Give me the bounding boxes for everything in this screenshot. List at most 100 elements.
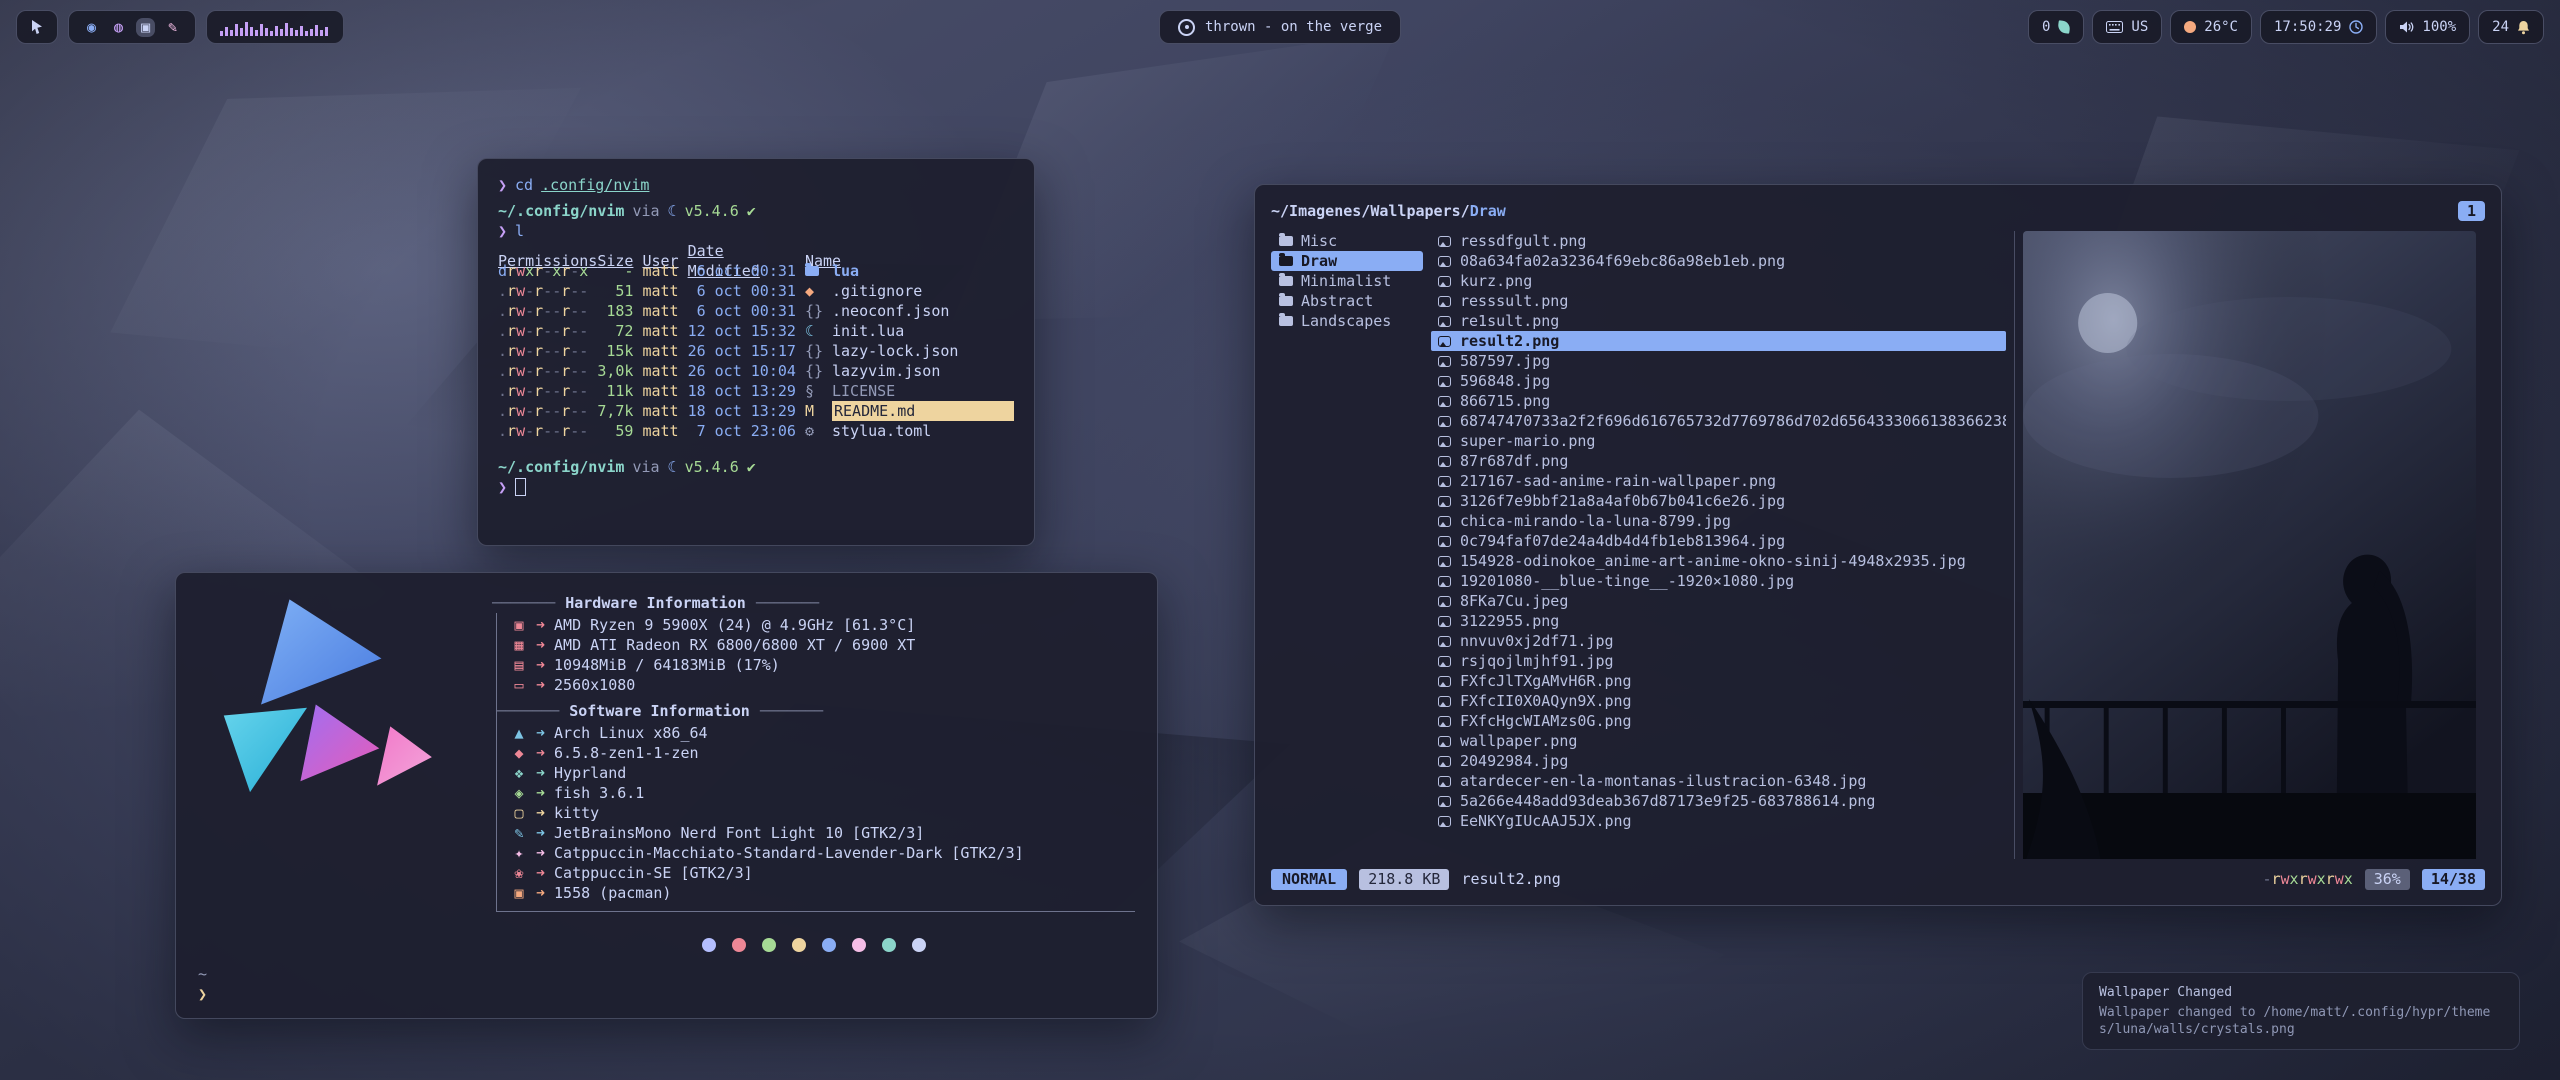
volume-module[interactable]: 100%	[2385, 10, 2470, 44]
file-item[interactable]: 5a266e448add93deab367d87173e9f25-6837886…	[1431, 791, 2006, 811]
keyboard-layout-module[interactable]: US	[2092, 10, 2162, 44]
file-owner: matt	[642, 401, 678, 421]
file-item[interactable]: 87r687df.png	[1431, 451, 2006, 471]
section-title-text: Hardware Information	[565, 593, 746, 613]
file-item[interactable]: 08a634fa02a32364f69ebc86a98eb1eb.png	[1431, 251, 2006, 271]
section-title-text: Software Information	[569, 701, 750, 721]
file-item[interactable]: 3122955.png	[1431, 611, 2006, 631]
arrow-icon: ➜	[536, 635, 545, 655]
keyboard-layout: US	[2131, 19, 2148, 35]
file-item[interactable]: 217167-sad-anime-rain-wallpaper.png	[1431, 471, 2006, 491]
file-item[interactable]: 3126f7e9bbf21a8a4af0b67b041c6e26.jpg	[1431, 491, 2006, 511]
arrow-icon: ➜	[536, 783, 545, 803]
memory-icon: ▤	[511, 655, 527, 675]
file-item[interactable]: wallpaper.png	[1431, 731, 2006, 751]
workspace-edit-icon[interactable]: ✎	[163, 18, 182, 37]
file-item[interactable]: re1sult.png	[1431, 311, 2006, 331]
file-item[interactable]: ressdfgult.png	[1431, 231, 2006, 251]
file-item[interactable]: atardecer-en-la-montanas-ilustracion-634…	[1431, 771, 2006, 791]
image-file-icon	[1438, 456, 1451, 467]
file-item[interactable]: 866715.png	[1431, 391, 2006, 411]
file-item[interactable]: rsjqojlmjhf91.jpg	[1431, 651, 2006, 671]
file-item[interactable]: 154928-odinokoe_anime-art-anime-okno-sin…	[1431, 551, 2006, 571]
file-item[interactable]: FXfcJlTXgAMvH6R.png	[1431, 671, 2006, 691]
file-item[interactable]: 8FKa7Cu.jpeg	[1431, 591, 2006, 611]
updates-module[interactable]: 0	[2028, 10, 2084, 44]
file-item[interactable]: FXfcII0X0AQyn9X.png	[1431, 691, 2006, 711]
image-file-icon	[1438, 276, 1451, 287]
theme-icon: ✦	[511, 843, 527, 863]
notification-toast[interactable]: Wallpaper Changed Wallpaper changed to /…	[2082, 972, 2520, 1050]
clock-value: 17:50:29	[2274, 19, 2341, 35]
file-name: ressdfgult.png	[1460, 231, 1586, 251]
folder-icon	[1279, 296, 1293, 306]
image-file-icon	[1438, 776, 1451, 787]
image-file-icon	[1438, 376, 1451, 387]
palette-dot	[702, 938, 716, 952]
yazi-sidebar: MiscDrawMinimalistAbstractLandscapes	[1271, 231, 1423, 859]
image-file-icon	[1438, 436, 1451, 447]
info-row: ✦➜Catppuccin-Macchiato-Standard-Lavender…	[511, 843, 1135, 863]
palette-dot	[762, 938, 776, 952]
file-item[interactable]: nnvuv0xj2df71.jpg	[1431, 631, 2006, 651]
image-file-icon	[1438, 656, 1451, 667]
file-item[interactable]: result2.png	[1431, 331, 2006, 351]
lua-version: v5.4.6	[685, 457, 739, 477]
file-item[interactable]: super-mario.png	[1431, 431, 2006, 451]
file-item[interactable]: 587597.jpg	[1431, 351, 2006, 371]
command-text: l	[515, 221, 524, 241]
shell-icon: ◈	[511, 783, 527, 803]
palette-dot	[852, 938, 866, 952]
audio-visualizer-module[interactable]	[206, 10, 344, 44]
via-label: via	[632, 201, 659, 221]
image-file-icon	[1438, 256, 1451, 267]
temperature-module[interactable]: 26°C	[2170, 10, 2252, 44]
file-item[interactable]: 19201080-__blue-tinge__-1920×1080.jpg	[1431, 571, 2006, 591]
music-widget[interactable]: thrown - on the verge	[1159, 10, 1401, 44]
file-owner: matt	[642, 321, 678, 341]
image-file-icon	[1438, 676, 1451, 687]
file-item[interactable]: 20492984.jpg	[1431, 751, 2006, 771]
sidebar-folder[interactable]: Draw	[1271, 251, 1423, 271]
file-name: lazyvim.json	[832, 361, 1014, 381]
sidebar-folder[interactable]: Abstract	[1271, 291, 1423, 311]
file-item[interactable]: FXfcHgcWIAMzs0G.png	[1431, 711, 2006, 731]
file-name: 5a266e448add93deab367d87173e9f25-6837886…	[1460, 791, 1875, 811]
file-item[interactable]: 0c794faf07de24a4db4d4fb1eb813964.jpg	[1431, 531, 2006, 551]
image-file-icon	[1438, 756, 1451, 767]
file-item[interactable]: chica-mirando-la-luna-8799.jpg	[1431, 511, 2006, 531]
file-size: 3,0k	[597, 361, 633, 381]
status-perms: -rwxrwxrwx	[2262, 869, 2352, 889]
file-item[interactable]: EeNKYgIUcAAJ5JX.png	[1431, 811, 2006, 831]
fastfetch-terminal-window[interactable]: ─────── Hardware Information ─────── ▣➜A…	[175, 572, 1158, 1019]
file-item[interactable]: 68747470733a2f2f696d616765732d7769786d70…	[1431, 411, 2006, 431]
cpu-icon: ▣	[511, 615, 527, 635]
image-file-icon	[1438, 496, 1451, 507]
info-value: 10948MiB / 64183MiB (17%)	[554, 655, 780, 675]
sidebar-folder[interactable]: Minimalist	[1271, 271, 1423, 291]
workspace-files-icon[interactable]: ▣	[136, 18, 155, 37]
sidebar-folder[interactable]: Misc	[1271, 231, 1423, 251]
notification-title: Wallpaper Changed	[2099, 984, 2503, 1001]
kernel-icon: ◆	[511, 743, 527, 763]
notification-body: Wallpaper changed to /home/matt/.config/…	[2099, 1004, 2503, 1038]
workspace-web-icon[interactable]: ◉	[82, 18, 101, 37]
yazi-file-manager-window[interactable]: ~/Imagenes/Wallpapers/Draw 1 MiscDrawMin…	[1254, 184, 2502, 906]
clock-module[interactable]: 17:50:29	[2260, 10, 2377, 44]
command-text: cd	[515, 175, 533, 195]
arrow-icon: ➜	[536, 723, 545, 743]
file-name: wallpaper.png	[1460, 731, 1577, 751]
nvim-terminal-window[interactable]: ❯cd.config/nvim ~/.config/nvimvia☾v5.4.6…	[477, 158, 1035, 546]
file-item[interactable]: resssult.png	[1431, 291, 2006, 311]
notifications-module[interactable]: 24	[2478, 10, 2544, 44]
image-file-icon	[1438, 816, 1451, 827]
info-row: ▭➜2560x1080	[511, 675, 1135, 695]
file-item[interactable]: kurz.png	[1431, 271, 2006, 291]
launcher-button[interactable]	[16, 10, 58, 44]
workspace-chat-icon[interactable]: ◍	[109, 18, 128, 37]
file-owner: matt	[642, 361, 678, 381]
font-icon: ✎	[511, 823, 527, 843]
sidebar-folder[interactable]: Landscapes	[1271, 311, 1423, 331]
file-item[interactable]: 596848.jpg	[1431, 371, 2006, 391]
info-value: Catppuccin-SE [GTK2/3]	[554, 863, 753, 883]
